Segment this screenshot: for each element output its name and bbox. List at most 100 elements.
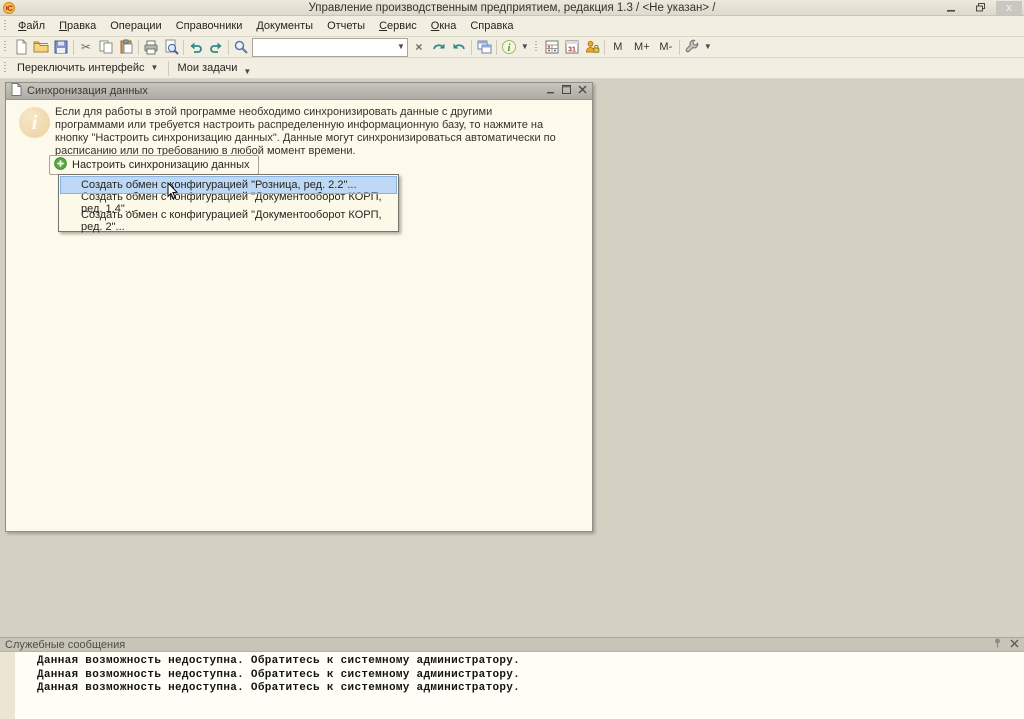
close-icon[interactable]: x [996,1,1022,15]
workspace: Синхронизация данных i Если для работы в… [0,79,1024,637]
minimize-icon[interactable] [938,1,964,15]
menu-item[interactable]: Окна [424,18,464,34]
interface-bar: Переключить интерфейс ▼ Мои задачи ▼ [0,58,1024,79]
messages-margin-stripe [0,652,15,719]
copy-windows-icon[interactable] [474,38,494,57]
svg-text:31: 31 [568,47,576,54]
memory-button[interactable]: M- [655,38,677,57]
service-messages-body: Данная возможность недоступна. Обратитес… [0,652,1024,719]
service-messages-header[interactable]: Служебные сообщения [0,637,1024,652]
calculator-icon[interactable] [542,38,562,57]
message-line[interactable]: Данная возможность недоступна. Обратитес… [0,669,1024,683]
chevron-down-icon: ▼ [241,68,253,76]
toolbar-separator [183,40,184,55]
menu-item[interactable]: Файл [11,18,52,34]
search-input[interactable] [253,40,395,55]
main-titlebar: Управление производственным предприятием… [0,0,1024,16]
document-icon [11,83,22,99]
toolbar-grip-icon[interactable] [2,61,8,75]
dialog-maximize-icon[interactable] [562,85,571,97]
about-info-icon[interactable]: i [499,38,519,57]
sync-context-menu: Создать обмен с конфигурацией "Розница, … [58,174,399,232]
sync-dialog-titlebar[interactable]: Синхронизация данных [6,83,592,100]
svg-text:i: i [508,43,511,54]
message-line[interactable]: Данная возможность недоступна. Обратитес… [0,655,1024,669]
mouse-cursor-icon [167,182,179,203]
toolbar-separator [496,40,497,55]
menu-item[interactable]: Операции [103,18,168,34]
calendar-icon[interactable]: 31 [562,38,582,57]
copy-icon[interactable] [96,38,116,57]
context-menu-item-label: Создать обмен с конфигурацией "Розница, … [81,179,357,191]
menu-item[interactable]: Сервис [372,18,424,34]
restore-icon[interactable] [967,1,993,15]
find-icon[interactable] [231,38,251,57]
memory-button[interactable]: M [607,38,629,57]
menu-item[interactable]: Документы [249,18,320,34]
chevron-down-icon[interactable]: ▼ [702,43,714,51]
sync-dialog-body: i Если для работы в этой программе необх… [6,100,592,531]
save-icon[interactable] [51,38,71,57]
menu-bar: ФайлПравкаОперацииСправочникиДокументыОт… [0,16,1024,37]
toolbar-separator [168,61,169,76]
user-permissions-icon[interactable] [582,38,602,57]
sync-dialog-text: Если для работы в этой программе необход… [55,106,563,158]
toolbar-grip-icon[interactable] [533,40,539,54]
print-preview-icon[interactable] [161,38,181,57]
my-tasks-label: Мои задачи [177,62,237,74]
cut-icon[interactable]: ✂ [76,38,96,57]
messages-list: Данная возможность недоступна. Обратитес… [0,652,1024,696]
switch-interface-label: Переключить интерфейс [17,62,145,74]
context-menu-item-label: Создать обмен с конфигурацией "Документо… [81,209,397,233]
service-messages-panel: Служебные сообщения Данная возможность н… [0,637,1024,719]
toolbar-separator [679,40,680,55]
toolbar-grip-icon[interactable] [2,19,8,33]
info-icon: i [19,107,50,138]
print-icon[interactable] [141,38,161,57]
toolbar-separator [138,40,139,55]
dialog-minimize-icon[interactable] [547,85,555,97]
context-menu-item[interactable]: Создать обмен с конфигурацией "Документо… [60,212,397,230]
chevron-down-icon[interactable]: ▼ [519,43,531,51]
menu-item[interactable]: Справка [463,18,520,34]
message-line[interactable]: Данная возможность недоступна. Обратитес… [0,682,1024,696]
sync-dialog-controls [547,85,587,97]
setup-sync-button[interactable]: Настроить синхронизацию данных [49,155,259,175]
service-wrench-icon[interactable] [682,38,702,57]
menu-item[interactable]: Правка [52,18,103,34]
toolbar-separator [471,40,472,55]
menu-item[interactable]: Справочники [169,18,250,34]
toolbar-grip-icon[interactable] [2,40,8,54]
paste-icon[interactable] [116,38,136,57]
undo-icon[interactable] [186,38,206,57]
menu-item[interactable]: Отчеты [320,18,372,34]
menu-items: ФайлПравкаОперацииСправочникиДокументыОт… [11,18,521,34]
find-next-icon[interactable] [429,38,449,57]
service-messages-header-icons [994,638,1019,651]
panel-close-icon[interactable] [1010,639,1019,651]
new-document-icon[interactable] [11,38,31,57]
toolbar-separator [73,40,74,55]
chevron-down-icon: ▼ [149,64,161,72]
dialog-close-icon[interactable] [578,85,587,97]
memory-buttons: MM+M- [607,38,677,57]
memory-button[interactable]: M+ [631,38,653,57]
chevron-down-icon[interactable]: ▼ [395,43,407,51]
pin-icon[interactable] [994,638,1001,651]
open-icon[interactable] [31,38,51,57]
service-messages-title: Служебные сообщения [5,639,125,651]
my-tasks-button[interactable]: Мои задачи ▼ [171,58,259,78]
sync-dialog-title: Синхронизация данных [27,85,148,97]
toolbar-separator [604,40,605,55]
redo-icon[interactable] [206,38,226,57]
1c-logo-icon [3,2,15,14]
add-plus-icon [54,157,67,173]
sync-dialog: Синхронизация данных i Если для работы в… [5,82,593,532]
clear-search-icon[interactable]: × [409,38,429,57]
setup-sync-button-label: Настроить синхронизацию данных [72,159,249,171]
window-controls: x [938,1,1024,15]
switch-interface-button[interactable]: Переключить интерфейс ▼ [11,58,166,78]
find-previous-icon[interactable] [449,38,469,57]
search-box: ▼ [252,38,408,57]
toolbar-separator [228,40,229,55]
